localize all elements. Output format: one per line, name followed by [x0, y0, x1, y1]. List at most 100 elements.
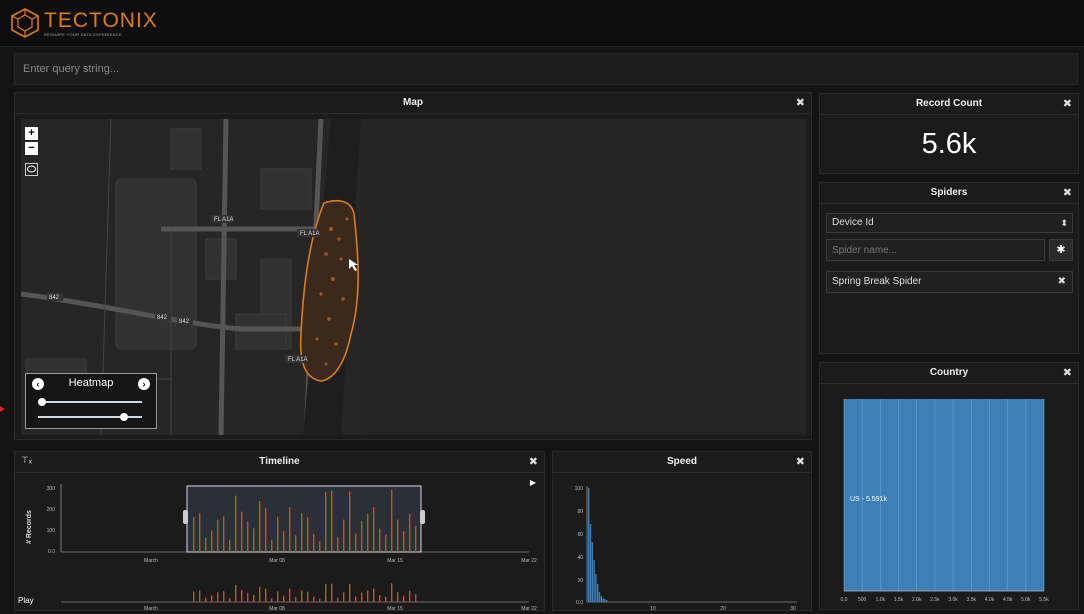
country-title: Country: [820, 363, 1078, 384]
spider-item-label: Spring Break Spider: [832, 276, 922, 287]
lasso-icon[interactable]: [25, 163, 38, 176]
record-count-title: Record Count: [820, 94, 1078, 115]
x-tick-label: March: [144, 606, 158, 610]
x-tick-label: 500: [858, 597, 867, 603]
map-title: Map: [15, 93, 811, 114]
intensity-slider[interactable]: [38, 413, 142, 421]
mini-timeline-bar: [325, 584, 327, 602]
map-panel: Map ✖ FL A1A FL A1A 842 842 842 FL A1A +…: [14, 92, 812, 440]
mini-timeline-bar: [313, 596, 315, 602]
close-icon[interactable]: ✖: [1063, 366, 1072, 379]
mini-timeline-bar: [409, 590, 411, 602]
mini-timeline-bar: [331, 583, 333, 602]
country-panel: Country ✖ US - 5.591k 0.0 500 1.0k 1.5k 2.0k…: [819, 362, 1079, 610]
mini-timeline-bar: [415, 594, 417, 602]
mini-timeline-bar: [343, 592, 345, 602]
query-bar: [14, 53, 1084, 85]
speed-bar: [606, 600, 608, 602]
timeline-panel: Timeline ⊤ₓ ✖ ▶ # Records 300 200 100 0.0 M…: [14, 451, 545, 611]
timeline-bar: [217, 519, 219, 552]
close-icon[interactable]: ✖: [1063, 186, 1072, 199]
x-tick-label: 5.0k: [1021, 597, 1031, 603]
remove-icon[interactable]: ✖: [1058, 272, 1066, 292]
brush-handle[interactable]: [183, 510, 188, 524]
timeline-bar: [349, 491, 351, 552]
close-icon[interactable]: ✖: [796, 96, 805, 109]
timeline-bar: [313, 534, 315, 552]
road-label: 842: [179, 319, 190, 325]
mini-timeline-bar: [211, 595, 213, 602]
road-label: 842: [49, 295, 60, 301]
spider-name-input[interactable]: [827, 240, 1054, 260]
zoom-in-button[interactable]: +: [25, 127, 38, 140]
logo-tagline: RESHAPE YOUR DATA EXPERIENCE: [44, 31, 122, 37]
speed-bar: [602, 598, 604, 602]
timeline-bar: [397, 519, 399, 552]
timeline-bar: [235, 495, 237, 552]
y-tick-label: 100: [47, 528, 56, 534]
mini-timeline-bar: [253, 594, 255, 602]
spider-list-item[interactable]: Spring Break Spider ✖: [826, 271, 1073, 293]
speed-bar: [595, 574, 597, 602]
play-button[interactable]: Play: [18, 596, 34, 605]
speed-bar: [593, 560, 595, 602]
chevron-right-icon[interactable]: ›: [138, 378, 150, 390]
mini-timeline-bar: [247, 592, 249, 602]
speed-bar: [598, 592, 601, 602]
map-canvas[interactable]: FL A1A FL A1A 842 842 842 FL A1A + − ‹ H…: [21, 119, 806, 435]
add-spider-button[interactable]: ✱: [1049, 239, 1073, 261]
slider-handle[interactable]: [38, 398, 46, 406]
mini-timeline-bar: [403, 595, 405, 602]
mini-timeline-bar: [217, 592, 219, 602]
timeline-bar: [307, 517, 309, 552]
close-icon[interactable]: ✖: [1063, 97, 1072, 110]
y-tick-label: 60: [577, 532, 583, 538]
timeline-bar: [271, 539, 273, 552]
brush-handle[interactable]: [420, 510, 425, 524]
close-icon[interactable]: ✖: [796, 455, 805, 468]
slider-handle[interactable]: [119, 413, 128, 421]
mini-timeline-bar: [355, 596, 357, 602]
timeline-bar: [205, 537, 207, 552]
mini-timeline-bar: [235, 585, 237, 602]
timeline-title: Timeline: [15, 452, 544, 473]
query-input[interactable]: [15, 54, 1084, 84]
speed-panel: Speed ✖ 100 80 60 40 20 0.0 10 20 30: [552, 451, 812, 611]
x-tick-label: Mar 22: [521, 606, 537, 610]
close-icon[interactable]: ✖: [529, 455, 538, 468]
x-tick-label: Mar 15: [387, 558, 403, 564]
record-count-panel: Record Count ✖ 5.6k: [819, 93, 1079, 174]
timeline-bar: [295, 535, 297, 552]
mini-timeline-bar: [319, 598, 321, 602]
timeline-bar: [337, 537, 339, 552]
timeline-bar: [289, 507, 291, 552]
x-tick-label: 1.0k: [876, 597, 886, 603]
y-tick-label: 40: [577, 555, 583, 561]
timeline-bar: [229, 539, 231, 552]
timeline-bar: [409, 513, 411, 552]
x-tick-label: 30: [790, 606, 796, 610]
device-field-value: Device Id: [832, 217, 874, 228]
clear-filter-icon[interactable]: ⊤ₓ: [21, 455, 32, 466]
device-field-select[interactable]: Device Id ⬍: [826, 213, 1073, 233]
timeline-bar: [301, 513, 303, 552]
y-tick-label: 200: [47, 507, 56, 513]
country-bar[interactable]: [844, 399, 1044, 591]
logo-icon: [11, 8, 39, 38]
mini-timeline-bar: [379, 594, 381, 602]
timeline-bar: [391, 489, 393, 552]
timeline-bar: [199, 513, 201, 552]
y-tick-label: 0.0: [576, 600, 583, 606]
country-bar-label: US - 5.591k: [850, 496, 887, 503]
x-tick-label: 20: [720, 606, 726, 610]
timeline-bar: [247, 521, 249, 552]
speed-bar: [588, 488, 590, 602]
radius-slider[interactable]: [38, 398, 142, 406]
mini-timeline-bar: [283, 595, 285, 602]
timeline-bar: [223, 516, 225, 552]
speed-bar: [600, 596, 602, 602]
logo: TECTONIX RESHAPE YOUR DATA EXPERIENCE: [10, 8, 158, 38]
timeline-ylabel: # Records: [26, 510, 33, 544]
zoom-out-button[interactable]: −: [25, 142, 38, 155]
speed-chart: 100 80 60 40 20 0.0 10 20 30: [575, 486, 797, 610]
